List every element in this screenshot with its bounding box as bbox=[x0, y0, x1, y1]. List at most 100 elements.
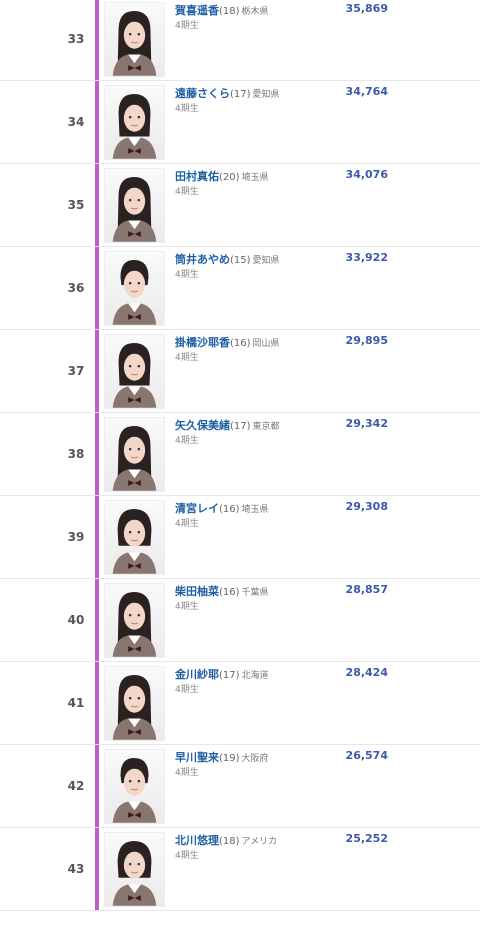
vote-count: 25,252 bbox=[345, 832, 388, 845]
member-name-link[interactable]: 早川聖来(19) 大阪府 bbox=[175, 749, 269, 765]
rank-number: 37 bbox=[67, 364, 85, 378]
member-age: (18) bbox=[219, 6, 240, 17]
member-name-link[interactable]: 筒井あやめ(15) 愛知県 bbox=[175, 251, 280, 267]
member-age: (16) bbox=[219, 587, 240, 598]
ranking-row[interactable]: 42 早川聖来(19) 大阪府 4期生 26,574 bbox=[0, 745, 480, 828]
rank-number: 34 bbox=[67, 115, 85, 129]
vote-count: 35,869 bbox=[345, 2, 388, 15]
member-photo[interactable] bbox=[104, 334, 165, 409]
member-prefecture: 埼玉県 bbox=[241, 505, 269, 515]
rank-number: 36 bbox=[67, 281, 85, 295]
member-name[interactable]: 賀喜遥香 bbox=[175, 4, 219, 17]
member-generation: 4期生 bbox=[175, 187, 199, 197]
member-age: (20) bbox=[219, 172, 240, 183]
ranking-row[interactable]: 36 筒井あやめ(15) 愛知県 4期生 33,922 bbox=[0, 247, 480, 330]
member-prefecture: アメリカ bbox=[241, 837, 278, 847]
vote-count: 29,342 bbox=[345, 417, 388, 430]
member-name-link[interactable]: 北川悠理(18) アメリカ bbox=[175, 832, 277, 848]
ranking-row[interactable]: 41 金川紗耶(17) 北海道 4期生 28,424 bbox=[0, 662, 480, 745]
member-generation: 4期生 bbox=[175, 21, 199, 31]
member-name-link[interactable]: 柴田柚菜(16) 千葉県 bbox=[175, 583, 269, 599]
member-generation: 4期生 bbox=[175, 270, 199, 280]
member-name-link[interactable]: 田村真佑(20) 埼玉県 bbox=[175, 168, 269, 184]
vote-count: 34,764 bbox=[345, 85, 388, 98]
vote-count: 29,308 bbox=[345, 500, 388, 513]
vote-count: 34,076 bbox=[345, 168, 388, 181]
vote-count: 26,574 bbox=[345, 749, 388, 762]
vote-count: 29,895 bbox=[345, 334, 388, 347]
ranking-row[interactable]: 38 矢久保美緒(17) 東京都 4期生 29,342 bbox=[0, 413, 480, 496]
member-photo[interactable] bbox=[104, 583, 165, 658]
member-generation: 4期生 bbox=[175, 685, 199, 695]
member-age: (19) bbox=[219, 753, 240, 764]
member-prefecture: 埼玉県 bbox=[241, 173, 269, 183]
member-name-link[interactable]: 遠藤さくら(17) 愛知県 bbox=[175, 85, 280, 101]
ranking-row[interactable]: 34 遠藤さくら(17) 愛知県 4期生 34,764 bbox=[0, 81, 480, 164]
member-generation: 4期生 bbox=[175, 353, 199, 363]
member-generation: 4期生 bbox=[175, 851, 199, 861]
member-name[interactable]: 筒井あやめ bbox=[175, 253, 230, 266]
ranking-row[interactable]: 37 掛橋沙耶香(16) 岡山県 4期生 29,895 bbox=[0, 330, 480, 413]
member-name[interactable]: 金川紗耶 bbox=[175, 668, 219, 681]
member-prefecture: 栃木県 bbox=[241, 7, 269, 17]
rank-number: 33 bbox=[67, 32, 85, 46]
rank-number: 35 bbox=[67, 198, 85, 212]
ranking-row[interactable]: 43 北川悠理(18) アメリカ 4期生 25,252 bbox=[0, 828, 480, 911]
member-photo[interactable] bbox=[104, 85, 165, 160]
member-photo[interactable] bbox=[104, 2, 165, 77]
member-prefecture: 東京都 bbox=[252, 422, 280, 432]
vote-count: 28,424 bbox=[345, 666, 388, 679]
member-photo[interactable] bbox=[104, 251, 165, 326]
member-photo[interactable] bbox=[104, 666, 165, 741]
member-name[interactable]: 田村真佑 bbox=[175, 170, 219, 183]
member-prefecture: 愛知県 bbox=[252, 90, 280, 100]
member-prefecture: 北海道 bbox=[241, 671, 269, 681]
member-name-link[interactable]: 金川紗耶(17) 北海道 bbox=[175, 666, 269, 682]
rank-number: 41 bbox=[67, 696, 85, 710]
ranking-row[interactable]: 40 柴田柚菜(16) 千葉県 4期生 28,857 bbox=[0, 579, 480, 662]
member-name[interactable]: 清宮レイ bbox=[175, 502, 219, 515]
member-name[interactable]: 柴田柚菜 bbox=[175, 585, 219, 598]
vote-count: 33,922 bbox=[345, 251, 388, 264]
rank-number: 38 bbox=[67, 447, 85, 461]
member-age: (16) bbox=[219, 504, 240, 515]
member-photo[interactable] bbox=[104, 749, 165, 824]
member-generation: 4期生 bbox=[175, 519, 199, 529]
member-prefecture: 大阪府 bbox=[241, 754, 269, 764]
ranking-row[interactable]: 35 田村真佑(20) 埼玉県 4期生 34,076 bbox=[0, 164, 480, 247]
rank-number: 40 bbox=[67, 613, 85, 627]
member-photo[interactable] bbox=[104, 500, 165, 575]
rank-number: 42 bbox=[67, 779, 85, 793]
member-generation: 4期生 bbox=[175, 602, 199, 612]
member-age: (17) bbox=[230, 89, 251, 100]
member-generation: 4期生 bbox=[175, 104, 199, 114]
member-name[interactable]: 掛橋沙耶香 bbox=[175, 336, 230, 349]
member-age: (17) bbox=[230, 421, 251, 432]
member-age: (15) bbox=[230, 255, 251, 266]
member-generation: 4期生 bbox=[175, 768, 199, 778]
member-photo[interactable] bbox=[104, 417, 165, 492]
member-name[interactable]: 北川悠理 bbox=[175, 834, 219, 847]
ranking-row[interactable]: 33 賀喜遥香(18) 栃木県 4期生 35,869 bbox=[0, 0, 480, 81]
member-name-link[interactable]: 清宮レイ(16) 埼玉県 bbox=[175, 500, 269, 516]
member-generation: 4期生 bbox=[175, 436, 199, 446]
member-name[interactable]: 矢久保美緒 bbox=[175, 419, 230, 432]
member-prefecture: 千葉県 bbox=[241, 588, 269, 598]
member-name[interactable]: 早川聖来 bbox=[175, 751, 219, 764]
rank-number: 39 bbox=[67, 530, 85, 544]
ranking-list: 33 賀喜遥香(18) 栃木県 4期生 35,869 34 遠藤さくら(17) 愛知県 4期生 3… bbox=[0, 0, 480, 911]
member-name[interactable]: 遠藤さくら bbox=[175, 87, 230, 100]
member-name-link[interactable]: 矢久保美緒(17) 東京都 bbox=[175, 417, 280, 433]
member-name-link[interactable]: 掛橋沙耶香(16) 岡山県 bbox=[175, 334, 280, 350]
member-age: (18) bbox=[219, 836, 240, 847]
member-prefecture: 岡山県 bbox=[252, 339, 280, 349]
member-photo[interactable] bbox=[104, 168, 165, 243]
vote-count: 28,857 bbox=[345, 583, 388, 596]
member-prefecture: 愛知県 bbox=[252, 256, 280, 266]
member-name-link[interactable]: 賀喜遥香(18) 栃木県 bbox=[175, 2, 269, 18]
member-age: (17) bbox=[219, 670, 240, 681]
member-photo[interactable] bbox=[104, 832, 165, 907]
rank-number: 43 bbox=[67, 862, 85, 876]
ranking-row[interactable]: 39 清宮レイ(16) 埼玉県 4期生 29,308 bbox=[0, 496, 480, 579]
member-age: (16) bbox=[230, 338, 251, 349]
